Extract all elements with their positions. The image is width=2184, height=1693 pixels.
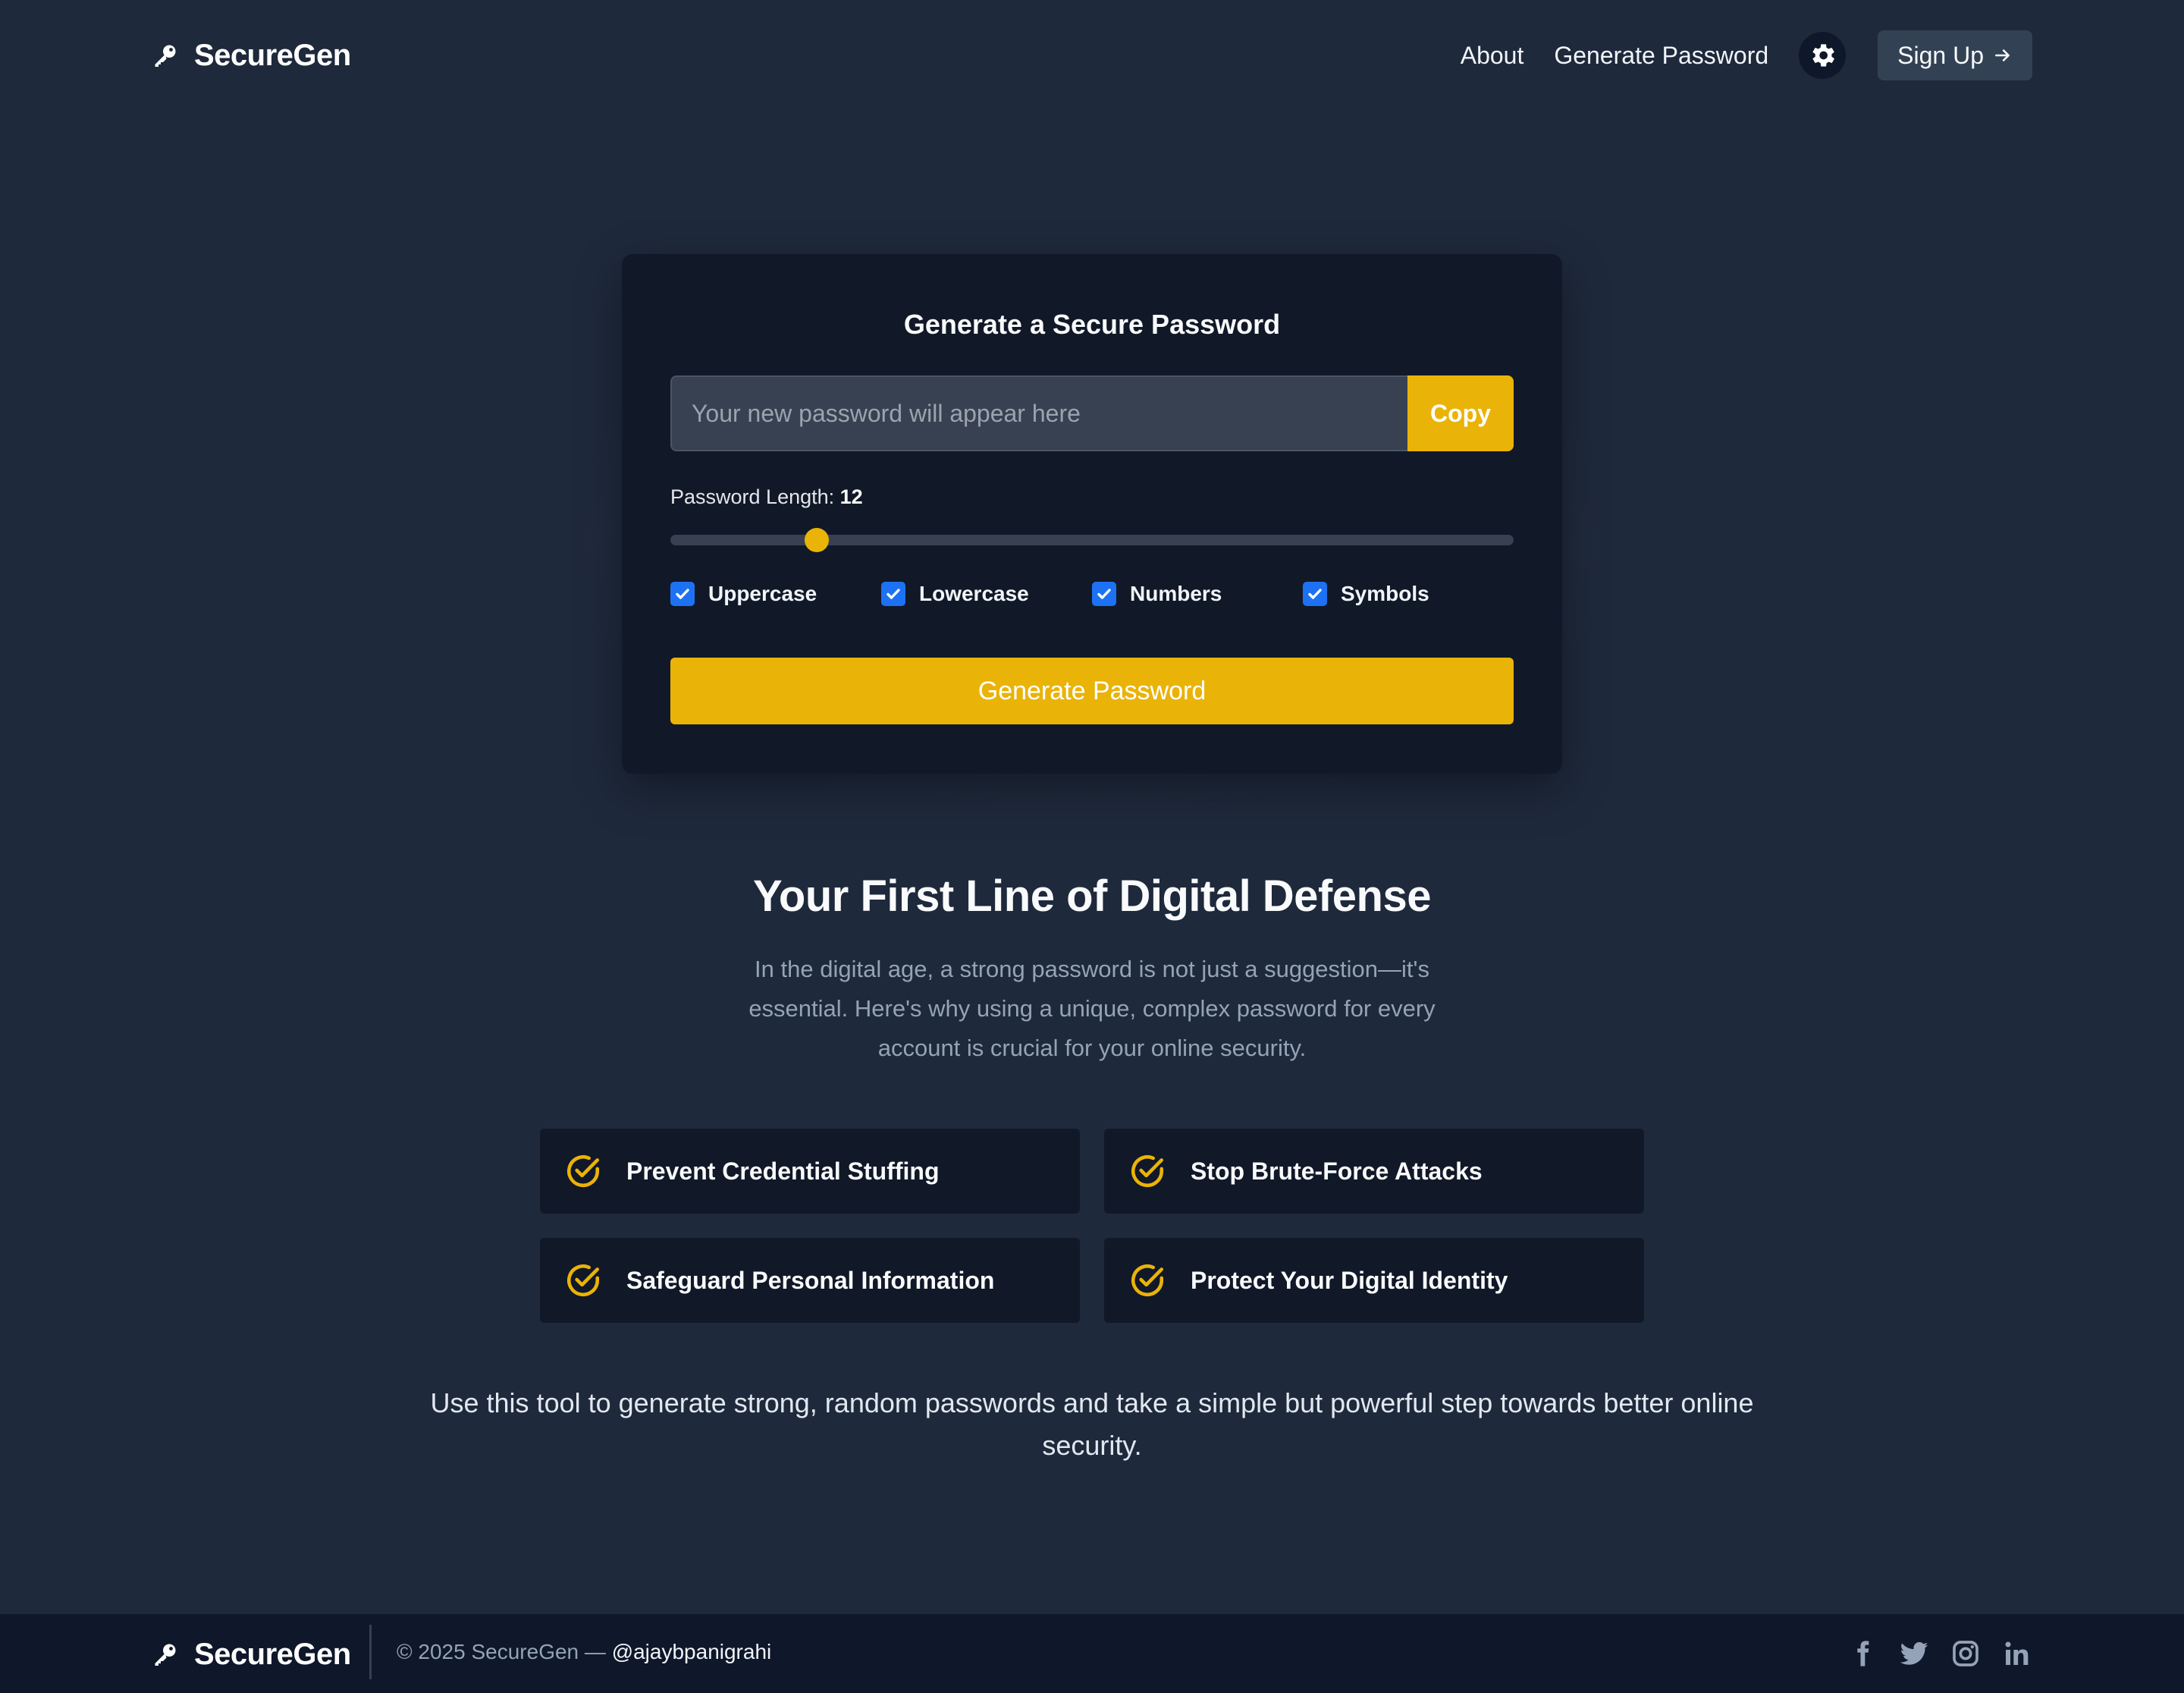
check-icon: [1097, 589, 1111, 599]
feature-label: Protect Your Digital Identity: [1191, 1266, 1508, 1294]
lowercase-checkbox[interactable]: [881, 582, 905, 606]
cta-text: Use this tool to generate strong, random…: [430, 1387, 1754, 1461]
section-description: In the digital age, a strong password is…: [748, 956, 1436, 1061]
author-handle-link[interactable]: @ajaybpanigrahi: [612, 1640, 772, 1663]
generate-password-button[interactable]: Generate Password: [670, 658, 1514, 724]
password-length-value: 12: [839, 485, 863, 508]
twitter-icon[interactable]: [1899, 1638, 1929, 1669]
feature-card: Safeguard Personal Information: [540, 1238, 1080, 1323]
nav-generate-password[interactable]: Generate Password: [1554, 42, 1768, 70]
main-nav: About Generate Password Sign Up: [1461, 30, 2032, 80]
password-generator-card: Generate a Secure Password Copy Password…: [622, 254, 1562, 774]
footer-brand-name: SecureGen: [194, 1637, 351, 1671]
copyright-text: © 2025 SecureGen — @ajaybpanigrahi: [397, 1640, 771, 1664]
facebook-icon[interactable]: [1847, 1638, 1878, 1669]
option-lowercase[interactable]: Lowercase: [881, 579, 1029, 609]
slider-track: [670, 535, 1514, 545]
generator-title: Generate a Secure Password: [903, 309, 1281, 340]
check-circle-icon: [1131, 1154, 1164, 1188]
password-length-text: Password Length:: [670, 485, 835, 508]
check-circle-icon: [567, 1264, 600, 1297]
uppercase-label: Uppercase: [708, 582, 817, 605]
key-icon: [155, 1644, 176, 1666]
option-uppercase[interactable]: Uppercase: [670, 579, 817, 609]
section-title: Your First Line of Digital Defense: [753, 872, 1431, 921]
check-circle-icon: [1131, 1264, 1164, 1297]
site-footer: SecureGen © 2025 SecureGen — @ajaybpanig…: [0, 1614, 2184, 1693]
feature-label: Safeguard Personal Information: [626, 1266, 995, 1294]
check-icon: [676, 589, 689, 599]
site-header: SecureGen About Generate Password Sign U…: [0, 0, 2184, 111]
brand-name: SecureGen: [194, 38, 351, 72]
check-circle-icon: [567, 1154, 600, 1188]
password-length-slider[interactable]: [670, 528, 1514, 552]
symbols-label: Symbols: [1341, 582, 1429, 605]
password-output-field[interactable]: [670, 375, 1407, 451]
copy-button[interactable]: Copy: [1407, 375, 1514, 451]
linkedin-icon[interactable]: [2002, 1638, 2032, 1669]
social-links: [1847, 1637, 2032, 1670]
sign-up-label: Sign Up: [1897, 41, 1984, 69]
footer-brand[interactable]: SecureGen: [152, 1631, 351, 1678]
feature-card: Protect Your Digital Identity: [1104, 1238, 1644, 1323]
feature-card: Prevent Credential Stuffing: [540, 1129, 1080, 1214]
arrow-right-icon: [1995, 49, 2010, 61]
feature-label: Stop Brute-Force Attacks: [1191, 1157, 1483, 1185]
numbers-label: Numbers: [1130, 582, 1222, 605]
nav-about[interactable]: About: [1461, 42, 1524, 70]
slider-thumb[interactable]: [805, 528, 830, 552]
character-options: Uppercase Lowercase Numbers Symbols: [670, 579, 1514, 609]
instagram-icon[interactable]: [1950, 1638, 1981, 1669]
uppercase-checkbox[interactable]: [670, 582, 695, 606]
check-icon: [1308, 589, 1322, 599]
password-length-label: Password Length: 12: [670, 485, 863, 509]
feature-card: Stop Brute-Force Attacks: [1104, 1129, 1644, 1214]
feature-label: Prevent Credential Stuffing: [626, 1157, 940, 1185]
password-output-row: Copy: [670, 375, 1514, 451]
gear-icon: [1812, 44, 1835, 67]
key-icon: [155, 45, 176, 67]
theme-toggle-button[interactable]: [1799, 32, 1847, 79]
numbers-checkbox[interactable]: [1092, 582, 1116, 606]
copyright-label: © 2025 SecureGen —: [397, 1640, 612, 1663]
option-numbers[interactable]: Numbers: [1092, 579, 1222, 609]
option-symbols[interactable]: Symbols: [1303, 579, 1429, 609]
footer-divider: [369, 1625, 372, 1679]
symbols-checkbox[interactable]: [1303, 582, 1327, 606]
lowercase-label: Lowercase: [919, 582, 1029, 605]
check-icon: [886, 589, 900, 599]
sign-up-button[interactable]: Sign Up: [1878, 30, 2032, 80]
brand-logo[interactable]: SecureGen: [152, 32, 351, 79]
